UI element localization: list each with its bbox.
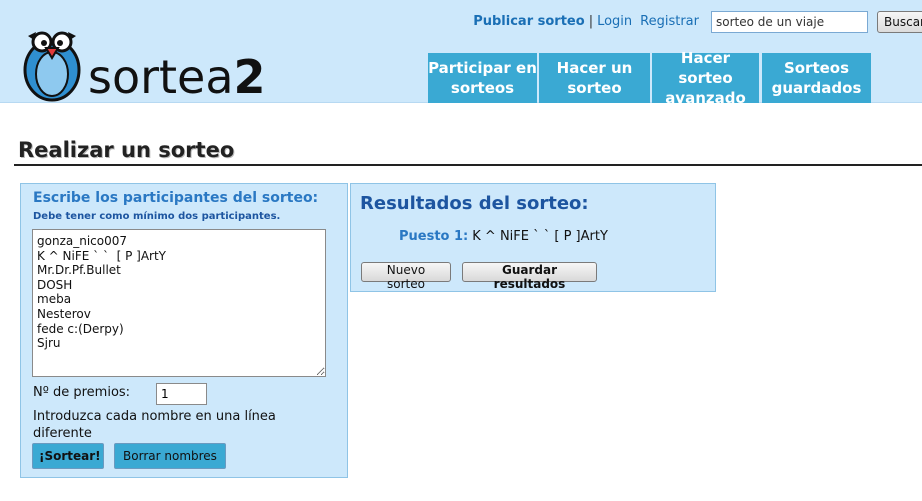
nav-saved-raffles[interactable]: Sorteos guardados	[762, 53, 871, 103]
login-link[interactable]: Login	[597, 14, 632, 29]
nav-make-raffle[interactable]: Hacer un sorteo	[539, 53, 650, 103]
result-winner-name: K ^ NiFE ` ` [ P ]ArtY	[472, 229, 608, 244]
nav-participate[interactable]: Participar en sorteos	[428, 53, 537, 103]
participants-subheading: Debe tener como mínimo dos participantes…	[33, 211, 281, 222]
site-header: sortea2 Publicar sorteo |Login Registrar B…	[0, 0, 922, 107]
participants-heading: Escribe los participantes del sorteo:	[33, 190, 319, 206]
link-separator: |	[588, 14, 594, 29]
participants-panel: Escribe los participantes del sorteo: De…	[20, 183, 348, 478]
results-panel: Resultados del sorteo: Puesto 1: K ^ NiFE…	[350, 183, 716, 292]
instructions-text: Introduzca cada nombre en una línea dife…	[33, 409, 276, 441]
prizes-input[interactable]	[156, 383, 207, 405]
draw-button[interactable]: ¡Sortear!	[32, 443, 104, 469]
nav-advanced-raffle[interactable]: Hacer sorteo avanzado	[652, 49, 759, 107]
results-heading: Resultados del sorteo:	[360, 193, 589, 214]
save-results-button[interactable]: Guardar resultados	[462, 262, 597, 291]
register-link[interactable]: Registrar	[640, 14, 699, 29]
bird-mascot-icon	[23, 31, 81, 102]
page-title: Realizar un sorteo	[18, 138, 235, 162]
prizes-label: Nº de premios:	[33, 385, 131, 400]
clear-names-button[interactable]: Borrar nombres	[114, 443, 226, 469]
search-button[interactable]: Buscar	[877, 11, 922, 33]
top-links: Publicar sorteo | Login Registrar	[473, 14, 699, 29]
participants-textarea[interactable]: gonza_nico007 K ^ NiFE ` ` [ P ]ArtY Mr.…	[32, 229, 326, 377]
new-raffle-button[interactable]: Nuevo sorteo	[361, 262, 451, 291]
result-position-label: Puesto 1:	[399, 229, 469, 244]
result-item: Puesto 1: K ^ NiFE ` ` [ P ]ArtY	[399, 229, 608, 244]
brand-wordmark: sortea2	[88, 50, 266, 104]
publish-raffle-link[interactable]: Publicar sorteo	[473, 14, 584, 29]
title-divider	[14, 164, 922, 166]
search-input[interactable]	[711, 11, 868, 33]
site-logo[interactable]: sortea2	[16, 24, 276, 104]
